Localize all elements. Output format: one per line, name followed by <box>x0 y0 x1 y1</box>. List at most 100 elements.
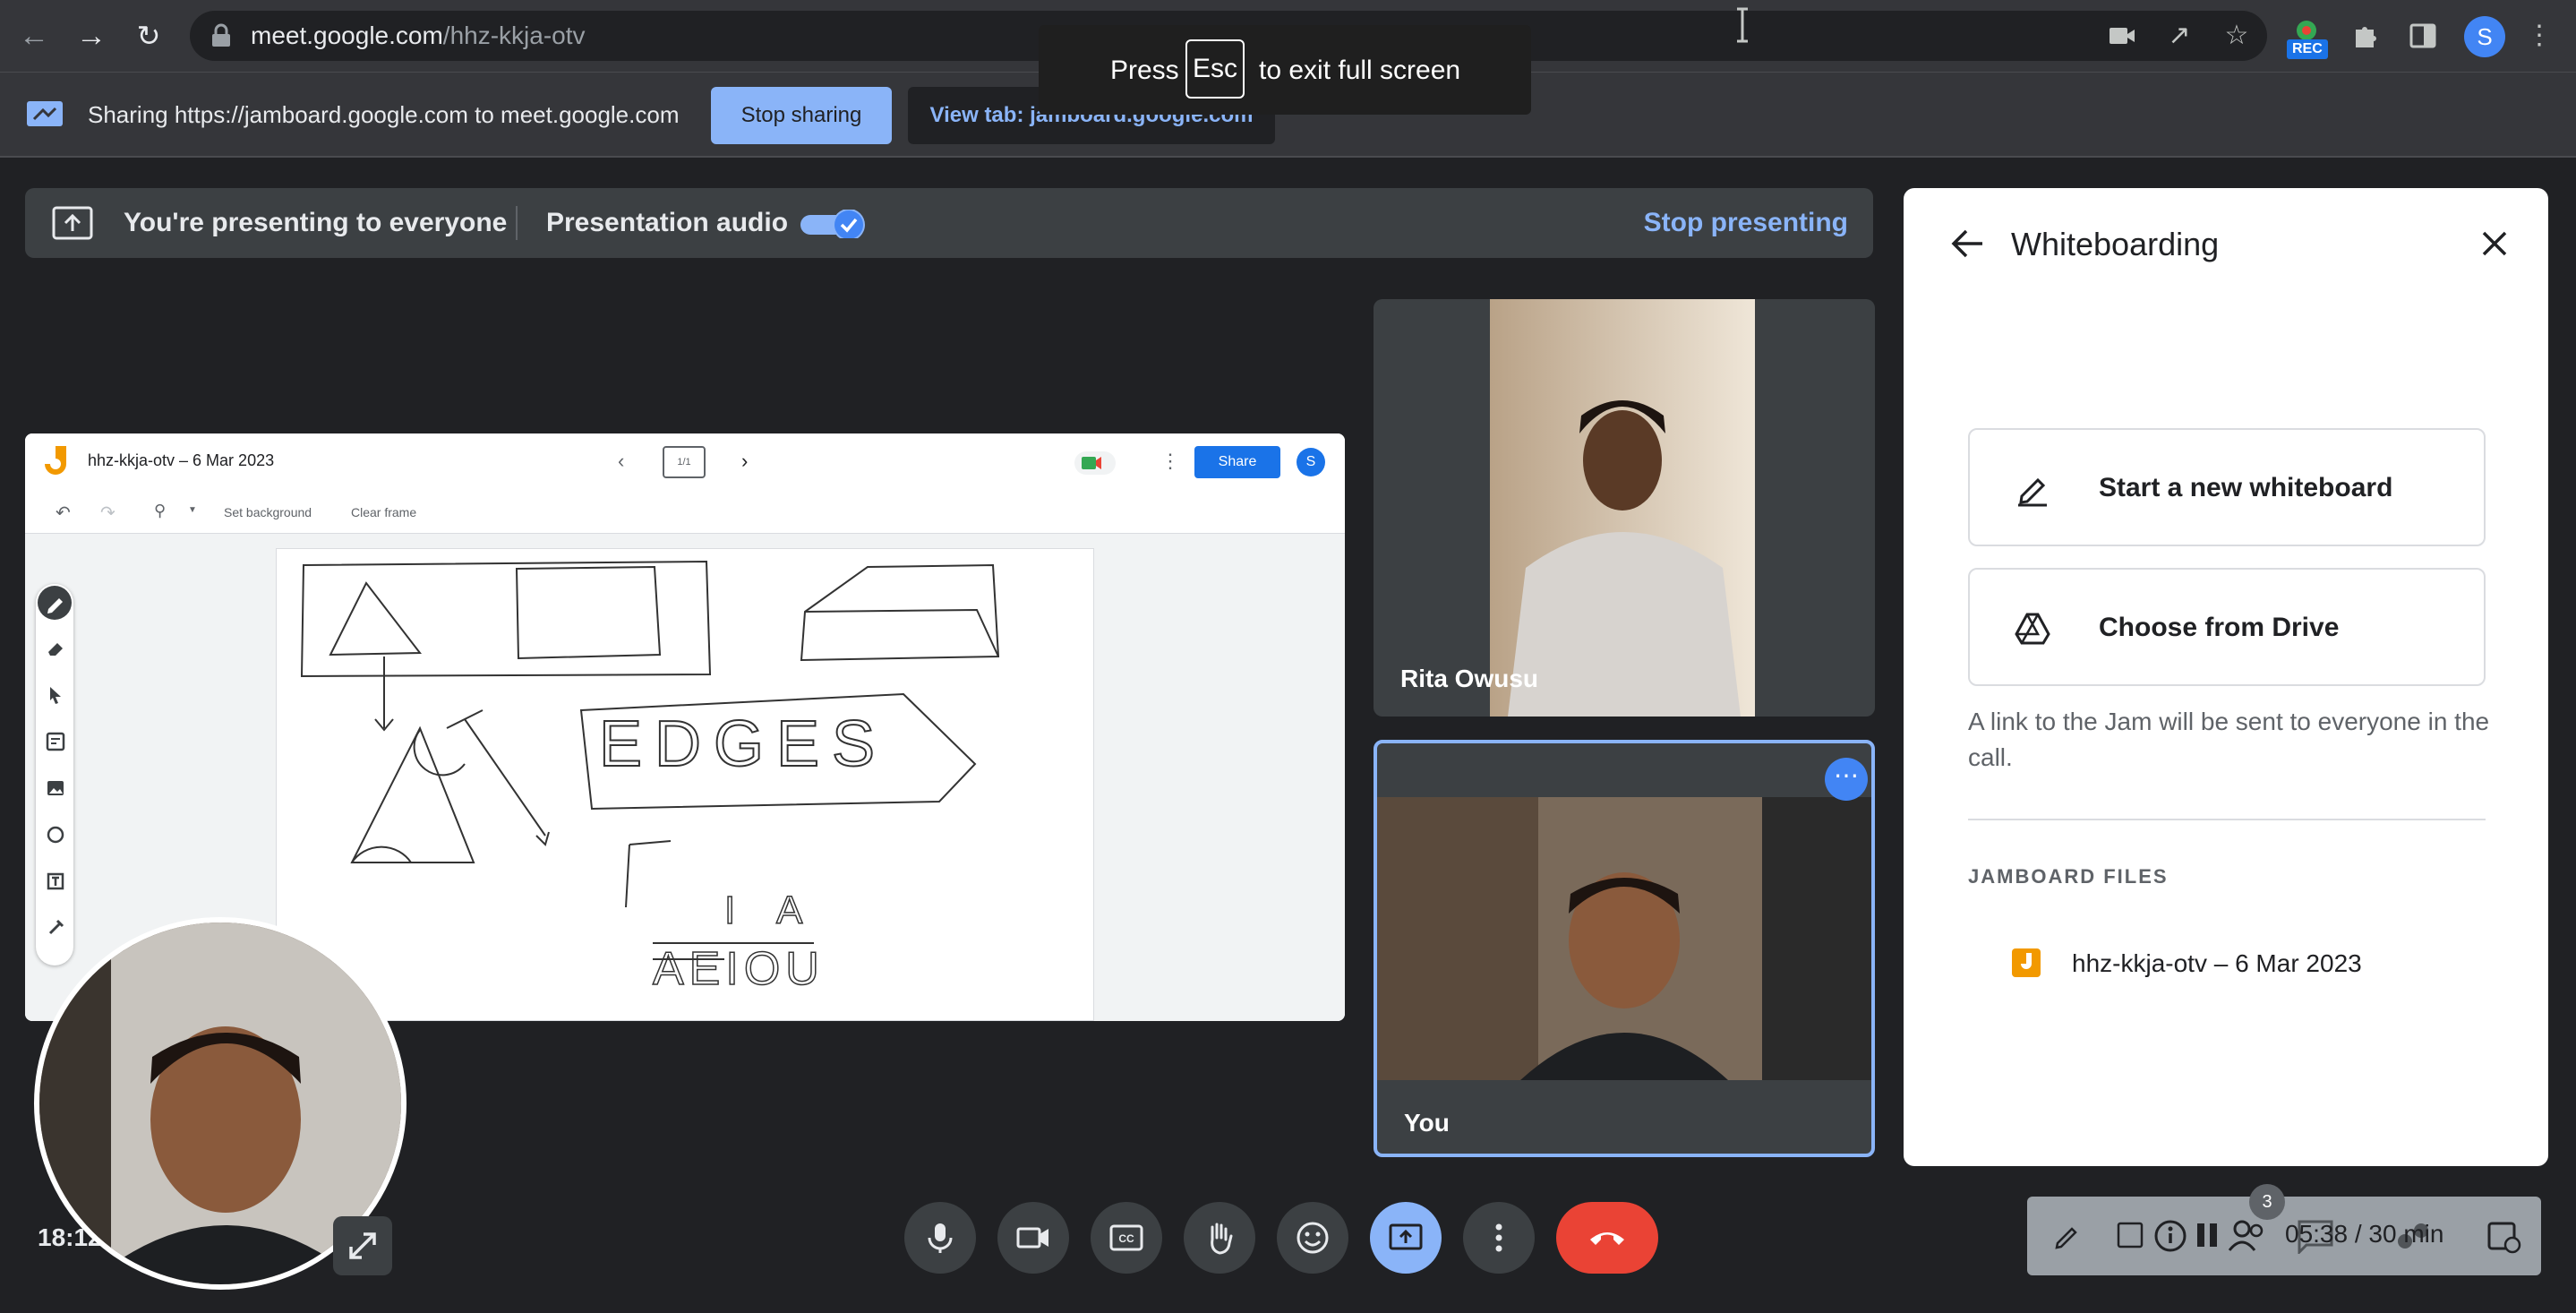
reload-icon[interactable]: ↻ <box>129 16 168 56</box>
people-icon[interactable] <box>2228 1218 2269 1254</box>
presenting-message: You're presenting to everyone <box>124 208 508 237</box>
emoji-icon <box>1297 1222 1329 1254</box>
circle-tool-icon[interactable] <box>45 824 66 845</box>
drawing-text-ia: I A <box>724 888 818 932</box>
jamboard-toolbar: ↶ ↷ ⚲ ▼ Set background Clear frame <box>25 491 1345 534</box>
tile-more-options-icon[interactable]: ⋯ <box>1825 758 1868 801</box>
pencil-icon <box>2018 477 2047 507</box>
back-arrow-icon[interactable] <box>1950 227 1986 260</box>
zoom-icon[interactable]: ⚲ <box>154 502 166 520</box>
jam-avatar[interactable]: S <box>1297 448 1325 476</box>
jam-more-icon[interactable]: ⋮ <box>1160 450 1180 473</box>
prev-frame-icon[interactable]: ‹ <box>618 450 624 473</box>
expand-self-view-button[interactable] <box>333 1216 392 1275</box>
meet-present-icon[interactable] <box>1073 450 1117 476</box>
text-cursor-icon <box>1737 7 1748 43</box>
sticky-note-icon[interactable] <box>45 731 66 752</box>
leave-call-button[interactable] <box>1556 1202 1658 1274</box>
side-panel-icon[interactable] <box>2405 18 2441 54</box>
reactions-button[interactable] <box>1277 1202 1348 1274</box>
stop-sharing-button[interactable]: Stop sharing <box>711 87 892 144</box>
jamboard-file-name: hhz-kkja-otv – 6 Mar 2023 <box>2072 949 2362 977</box>
hand-icon <box>1211 1223 1233 1255</box>
toast-press-text: Press <box>1110 56 1179 85</box>
browser-menu-icon[interactable]: ⋮ <box>2521 18 2557 54</box>
eraser-tool-icon[interactable] <box>45 638 66 659</box>
present-screen-icon <box>52 206 93 240</box>
raise-hand-button[interactable] <box>1184 1202 1255 1274</box>
next-frame-icon[interactable]: › <box>741 450 748 473</box>
presentation-audio-toggle[interactable] <box>800 210 869 238</box>
undo-icon[interactable]: ↶ <box>56 502 71 524</box>
jamboard-header: hhz-kkja-otv – 6 Mar 2023 ‹ 1/1 › ⋮ Shar… <box>25 433 1345 491</box>
info-icon[interactable] <box>2152 1218 2188 1254</box>
clear-frame-button[interactable]: Clear frame <box>351 505 416 519</box>
close-icon[interactable] <box>2480 229 2509 258</box>
microphone-button[interactable] <box>904 1202 976 1274</box>
participant-tile-you[interactable]: ⋯ You <box>1374 740 1875 1157</box>
extensions-puzzle-icon[interactable] <box>2348 18 2383 54</box>
drive-icon <box>2015 613 2050 645</box>
select-tool-icon[interactable] <box>45 684 66 706</box>
presenting-bar: You're presenting to everyone Presentati… <box>25 188 1873 258</box>
presenting-divider <box>516 206 518 240</box>
jam-tool-palette <box>36 584 73 965</box>
sharing-message: Sharing https://jamboard.google.com to m… <box>88 101 680 128</box>
rec-badge: REC <box>2287 39 2328 59</box>
participant-tile-rita[interactable]: Rita Owusu <box>1374 299 1875 717</box>
present-now-button[interactable] <box>1370 1202 1442 1274</box>
share-page-icon[interactable]: ↗ <box>2161 18 2197 54</box>
chat-icon[interactable] <box>2296 1218 2335 1254</box>
camera-in-use-icon[interactable] <box>2104 18 2140 54</box>
url-path: /hhz-kkja-otv <box>442 21 586 49</box>
more-vert-icon <box>1495 1223 1502 1252</box>
participant-name-rita: Rita Owusu <box>1400 665 1539 692</box>
pause-icon[interactable] <box>2194 1220 2221 1250</box>
back-icon[interactable]: ← <box>14 16 54 56</box>
captions-button[interactable]: CC <box>1091 1202 1162 1274</box>
choose-from-drive-label: Choose from Drive <box>2099 613 2340 642</box>
pen-tool-icon[interactable] <box>38 586 72 620</box>
esc-key: Esc <box>1185 39 1245 99</box>
panel-title: Whiteboarding <box>2011 226 2220 262</box>
jamboard-logo-icon <box>45 446 66 475</box>
more-options-button[interactable] <box>1463 1202 1535 1274</box>
choose-from-drive-button[interactable]: Choose from Drive <box>1968 568 2486 686</box>
jamboard-canvas[interactable]: EDGES I A AEIOU <box>276 548 1094 1021</box>
you-video-feed <box>1377 797 1871 1080</box>
whiteboard-drawing: EDGES I A AEIOU <box>300 560 1000 996</box>
image-tool-icon[interactable] <box>45 777 66 799</box>
camera-icon <box>1016 1227 1048 1249</box>
set-background-button[interactable]: Set background <box>224 505 312 519</box>
bookmark-star-icon[interactable]: ☆ <box>2219 18 2255 54</box>
url-host: meet.google.com <box>251 21 443 49</box>
panel-divider <box>1968 819 2486 820</box>
jam-share-button[interactable]: Share <box>1194 446 1280 478</box>
jamboard-files-heading: JAMBOARD FILES <box>1968 865 2169 888</box>
laser-tool-icon[interactable] <box>45 917 66 939</box>
zoom-dropdown-icon[interactable]: ▼ <box>188 505 197 515</box>
activities-icon[interactable] <box>2394 1218 2434 1254</box>
whiteboarding-panel: Whiteboarding Start a new whiteboard Cho… <box>1904 188 2548 1166</box>
expand-icon <box>349 1232 376 1259</box>
frame-counter[interactable]: 1/1 <box>663 446 706 478</box>
stop-presenting-button[interactable]: Stop presenting <box>1644 208 1848 238</box>
rita-video-feed <box>1490 299 1755 717</box>
start-new-whiteboard-label: Start a new whiteboard <box>2099 473 2393 502</box>
start-new-whiteboard-button[interactable]: Start a new whiteboard <box>1968 428 2486 546</box>
forward-icon[interactable]: → <box>72 16 111 56</box>
present-icon <box>1389 1223 1423 1250</box>
jamboard-file-item[interactable]: hhz-kkja-otv – 6 Mar 2023 <box>1968 939 2486 989</box>
camera-button[interactable] <box>997 1202 1069 1274</box>
redo-icon[interactable]: ↷ <box>100 502 116 524</box>
jamboard-title: hhz-kkja-otv – 6 Mar 2023 <box>88 451 275 469</box>
text-box-icon[interactable] <box>45 871 66 892</box>
ext-pen-icon[interactable] <box>2052 1220 2083 1250</box>
profile-avatar[interactable]: S <box>2464 16 2505 57</box>
host-controls-icon[interactable] <box>2484 1218 2523 1254</box>
extension-toolbar: 3 05:38 / 30 min <box>2027 1184 2541 1275</box>
jamboard-file-icon <box>2012 948 2041 977</box>
svg-text:CC: CC <box>1118 1232 1134 1245</box>
ext-note-icon[interactable] <box>2115 1220 2145 1250</box>
participant-count-badge: 3 <box>2249 1184 2285 1220</box>
